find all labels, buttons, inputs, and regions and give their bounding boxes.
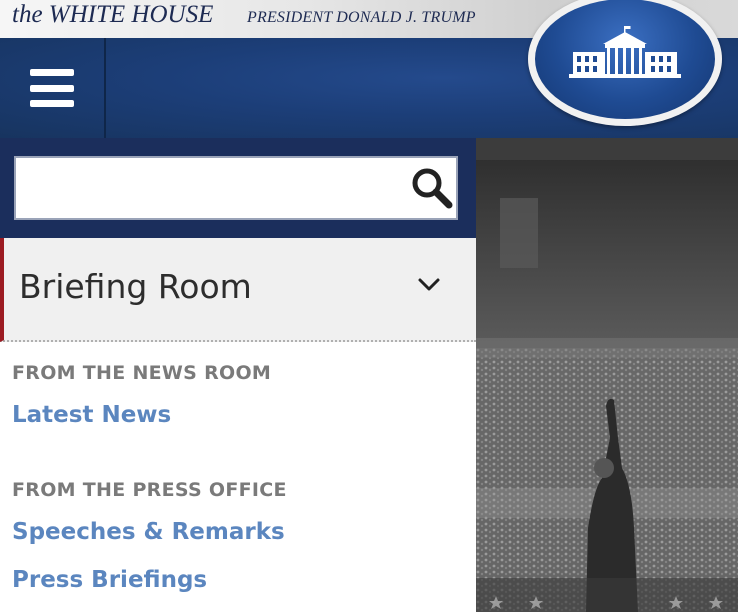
briefing-room-toggle[interactable]: Briefing Room [0, 238, 476, 342]
search-band [0, 138, 476, 238]
group-heading-press-office: FROM THE PRESS OFFICE [12, 479, 287, 501]
search-input[interactable] [16, 158, 396, 218]
site-title[interactable]: the WHITE HOUSE [12, 1, 213, 29]
section-title: Briefing Room [19, 267, 252, 306]
hamburger-icon [30, 69, 74, 107]
menu-button[interactable] [0, 38, 106, 138]
menu-link-speeches-remarks[interactable]: Speeches & Remarks [12, 519, 285, 545]
white-house-building-icon [569, 26, 681, 78]
group-heading-news-room: FROM THE NEWS ROOM [12, 362, 272, 384]
rally-photo-image [476, 138, 738, 612]
menu-link-latest-news[interactable]: Latest News [12, 402, 171, 428]
submenu-list: FROM THE NEWS ROOM Latest News FROM THE … [0, 342, 476, 612]
menu-link-press-briefings[interactable]: Press Briefings [12, 567, 207, 593]
hero-photo [476, 138, 738, 612]
seal-emblem [535, 0, 715, 119]
search-box [14, 156, 458, 220]
site-subtitle: PRESIDENT DONALD J. TRUMP [247, 9, 476, 26]
search-icon[interactable] [410, 166, 454, 210]
chevron-down-icon[interactable] [416, 272, 442, 298]
